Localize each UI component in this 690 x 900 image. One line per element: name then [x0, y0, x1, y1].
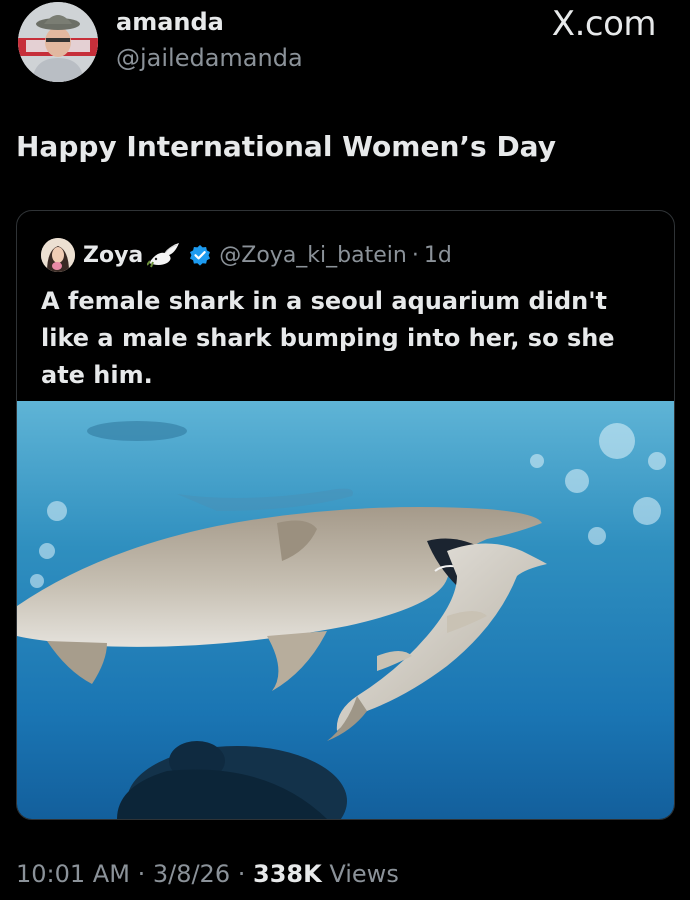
author-avatar[interactable]	[18, 2, 98, 82]
quoted-separator: ·	[411, 242, 419, 268]
shark-photo-icon	[17, 401, 674, 819]
quoted-tweet-text: A female shark in a seoul aquarium didn'…	[41, 287, 615, 389]
meta-separator: ·	[237, 860, 246, 888]
tweet-text: Happy International Women’s Day	[16, 130, 556, 163]
author-display-name[interactable]: amanda	[116, 8, 224, 36]
tweet-time[interactable]: 10:01 AM	[16, 860, 130, 888]
quoted-timestamp[interactable]: 1d	[424, 243, 452, 268]
author-avatar-image	[18, 2, 98, 82]
quoted-tweet-header: Zoya @Zoya_ki_batein · 1d	[41, 237, 452, 273]
quoted-author-avatar-image	[41, 238, 75, 272]
views-label: Views	[329, 860, 399, 888]
views-count: 338K	[253, 860, 322, 888]
quoted-tweet-image[interactable]	[17, 401, 674, 819]
x-logo: X.com	[551, 4, 657, 44]
tweet-meta: 10:01 AM · 3/8/26 · 338K Views	[16, 860, 399, 888]
verified-badge-icon	[189, 244, 211, 266]
quoted-author-handle[interactable]: @Zoya_ki_batein	[219, 243, 407, 268]
tweet-date[interactable]: 3/8/26	[153, 860, 230, 888]
quoted-tweet-card[interactable]: Zoya @Zoya_ki_batein · 1d A female shark…	[16, 210, 675, 820]
dove-emoji-icon	[147, 241, 181, 269]
quoted-author-avatar[interactable]	[41, 238, 75, 272]
quoted-author-name[interactable]: Zoya	[83, 243, 143, 268]
meta-separator: ·	[137, 860, 146, 888]
author-handle[interactable]: @jailedamanda	[116, 44, 303, 72]
